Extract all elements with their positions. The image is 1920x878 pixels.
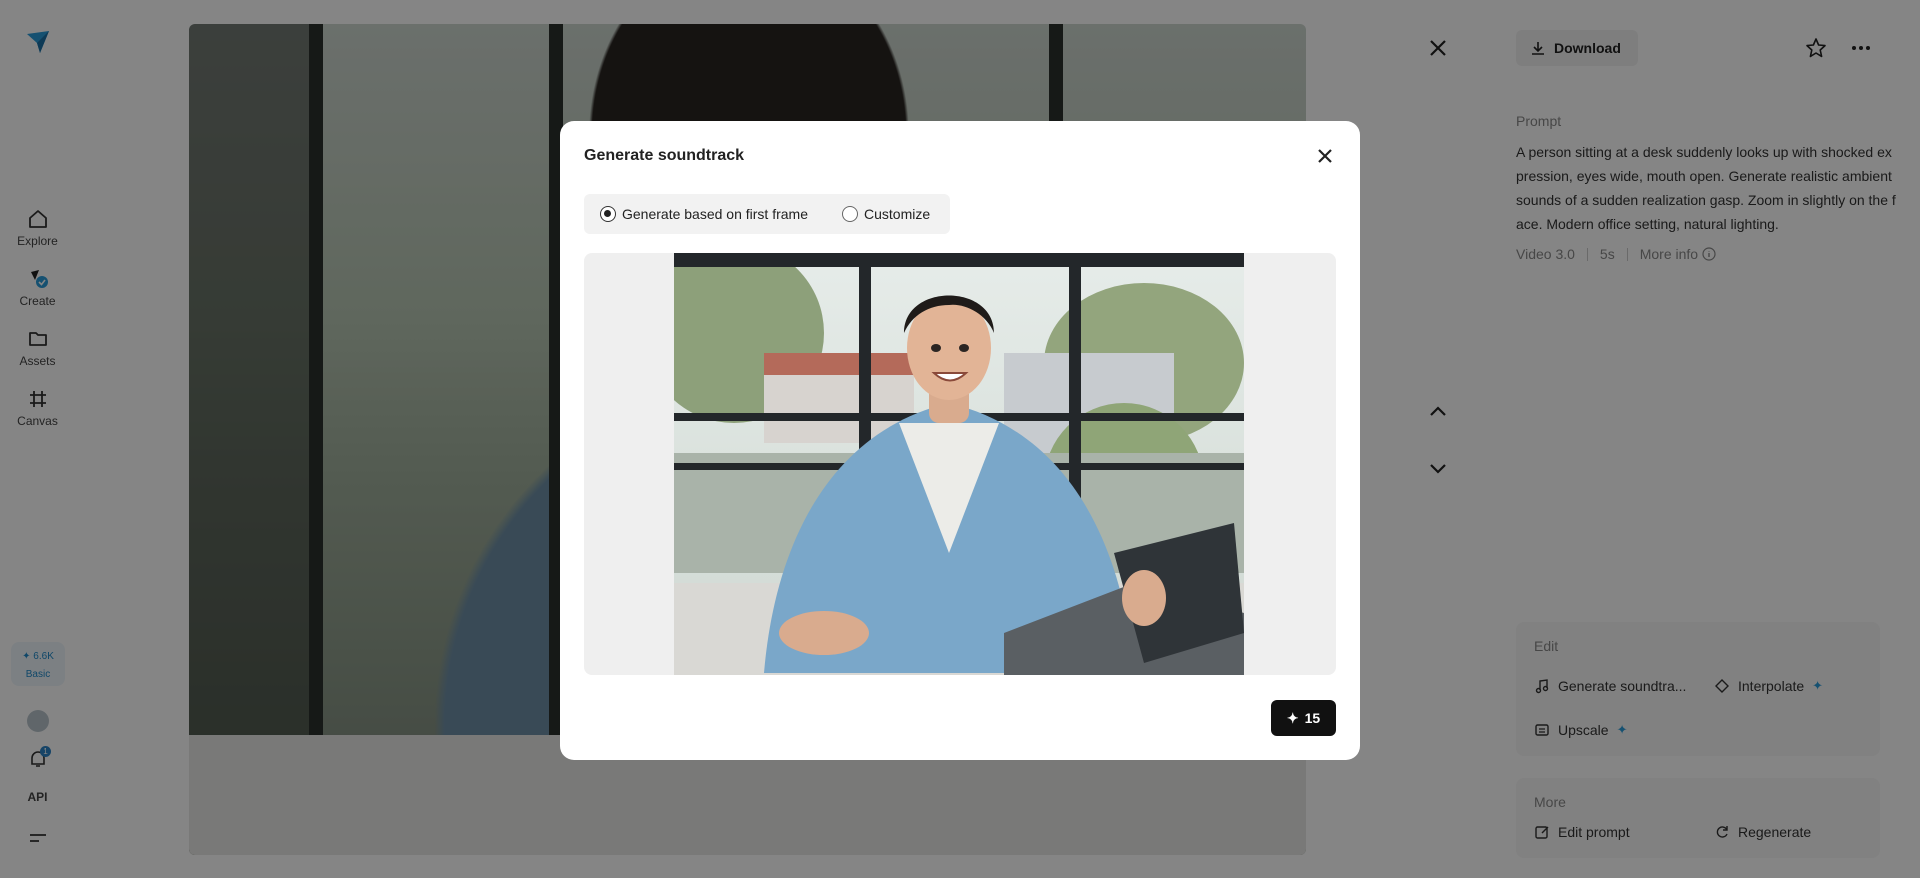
soundtrack-mode-selector: Generate based on first frame Customize: [584, 194, 950, 234]
option-label: Generate based on first frame: [622, 206, 808, 222]
spark-icon: ✦: [1286, 709, 1299, 726]
generate-button[interactable]: ✦ 15: [1271, 700, 1336, 736]
office-scene-image: [674, 253, 1244, 675]
first-frame-image: [674, 253, 1244, 675]
dialog-title: Generate soundtrack: [584, 147, 745, 164]
first-frame-preview: [584, 253, 1336, 675]
close-icon[interactable]: [1314, 145, 1336, 167]
option-customize[interactable]: Customize: [842, 206, 930, 222]
generate-soundtrack-dialog: Generate soundtrack Generate based on fi…: [560, 121, 1360, 760]
option-label: Customize: [864, 206, 931, 222]
cost-label: 15: [1304, 710, 1321, 726]
radio-unselected-icon[interactable]: [842, 206, 858, 222]
option-first-frame[interactable]: Generate based on first frame: [600, 206, 808, 222]
radio-selected-icon[interactable]: [600, 206, 616, 222]
